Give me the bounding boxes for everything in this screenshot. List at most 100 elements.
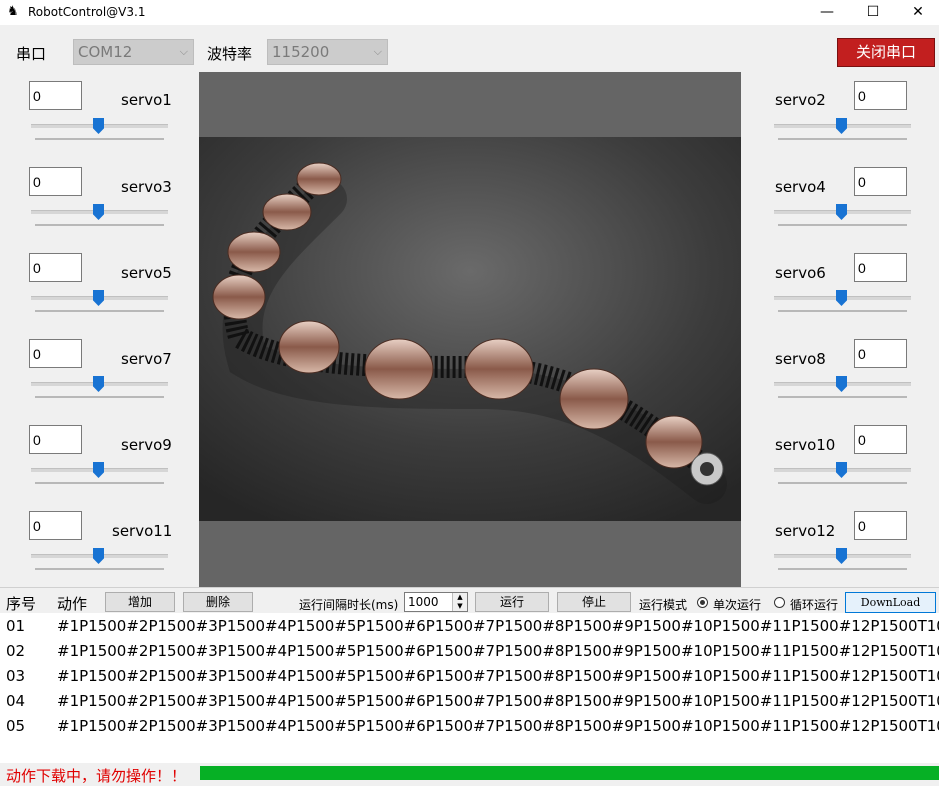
row-number: 01 <box>6 617 26 635</box>
interval-spinbox[interactable]: 1000 ▲ ▼ <box>404 592 468 612</box>
slider-thumb[interactable] <box>93 376 104 392</box>
close-window-button[interactable]: ✕ <box>895 0 939 25</box>
row-number: 03 <box>6 667 26 685</box>
servo5-input[interactable] <box>29 253 82 282</box>
servo6-input[interactable] <box>854 253 907 282</box>
col-no-header: 序号 <box>6 595 37 613</box>
row-command: #1P1500#2P1500#3P1500#4P1500#5P1500#6P15… <box>57 667 939 685</box>
port-label: 串口 <box>16 45 47 63</box>
list-item[interactable]: 03 #1P1500#2P1500#3P1500#4P1500#5P1500#6… <box>0 663 939 688</box>
snake-robot-image <box>199 137 741 521</box>
servo4-label: servo4 <box>775 178 826 196</box>
servo5-label: servo5 <box>121 264 172 282</box>
chevron-down-icon: ⌵ <box>373 45 382 58</box>
servo11-input[interactable] <box>29 511 82 540</box>
delete-button[interactable]: 删除 <box>183 592 253 612</box>
run-button[interactable]: 运行 <box>475 592 549 612</box>
servo3-input[interactable] <box>29 167 82 196</box>
servo4-slider[interactable] <box>774 204 911 226</box>
list-item[interactable]: 01 #1P1500#2P1500#3P1500#4P1500#5P1500#6… <box>0 613 939 638</box>
baud-value: 115200 <box>272 43 330 61</box>
loop-run-label: 循环运行 <box>790 598 839 612</box>
loop-run-radio[interactable] <box>774 597 785 608</box>
single-run-radio[interactable] <box>697 597 708 608</box>
add-button[interactable]: 增加 <box>105 592 175 612</box>
servo6-slider[interactable] <box>774 290 911 312</box>
row-command: #1P1500#2P1500#3P1500#4P1500#5P1500#6P15… <box>57 617 939 635</box>
servo1-input[interactable] <box>29 81 82 110</box>
row-number: 04 <box>6 692 26 710</box>
servo8-label: servo8 <box>775 350 826 368</box>
title-bar: ♞ RobotControl@V3.1 — ☐ ✕ <box>0 0 939 25</box>
close-port-button[interactable]: 关闭串口 <box>837 38 935 67</box>
robot-icon: ♞ <box>7 4 19 19</box>
slider-thumb[interactable] <box>93 204 104 220</box>
spin-up-icon[interactable]: ▲ <box>452 593 467 602</box>
maximize-button[interactable]: ☐ <box>850 0 896 25</box>
list-item[interactable]: 02 #1P1500#2P1500#3P1500#4P1500#5P1500#6… <box>0 638 939 663</box>
download-progress-bar <box>200 766 939 780</box>
download-button[interactable]: DownLoad <box>845 592 936 613</box>
slider-thumb[interactable] <box>93 290 104 306</box>
servo7-label: servo7 <box>121 350 172 368</box>
slider-thumb[interactable] <box>93 462 104 478</box>
servo3-slider[interactable] <box>31 204 168 226</box>
slider-thumb[interactable] <box>836 118 847 134</box>
list-item[interactable]: 05 #1P1500#2P1500#3P1500#4P1500#5P1500#6… <box>0 713 939 738</box>
servo10-input[interactable] <box>854 425 907 454</box>
servo3-label: servo3 <box>121 178 172 196</box>
slider-thumb[interactable] <box>836 462 847 478</box>
servo9-label: servo9 <box>121 436 172 454</box>
minimize-button[interactable]: — <box>804 0 850 25</box>
servo6-label: servo6 <box>775 264 826 282</box>
row-command: #1P1500#2P1500#3P1500#4P1500#5P1500#6P15… <box>57 642 939 660</box>
servo2-input[interactable] <box>854 81 907 110</box>
port-value: COM12 <box>78 43 133 61</box>
list-item[interactable]: 04 #1P1500#2P1500#3P1500#4P1500#5P1500#6… <box>0 688 939 713</box>
col-action-header: 动作 <box>57 595 88 613</box>
action-list: 01 #1P1500#2P1500#3P1500#4P1500#5P1500#6… <box>0 613 939 763</box>
robot-image-panel <box>199 72 741 587</box>
servo12-slider[interactable] <box>774 548 911 570</box>
servo8-input[interactable] <box>854 339 907 368</box>
servo9-slider[interactable] <box>31 462 168 484</box>
servo7-input[interactable] <box>29 339 82 368</box>
servo9-input[interactable] <box>29 425 82 454</box>
slider-thumb[interactable] <box>836 204 847 220</box>
slider-thumb[interactable] <box>836 548 847 564</box>
servo2-slider[interactable] <box>774 118 911 140</box>
servo11-label: servo11 <box>112 522 173 540</box>
interval-value: 1000 <box>408 595 439 609</box>
slider-thumb[interactable] <box>93 548 104 564</box>
row-number: 02 <box>6 642 26 660</box>
servo1-slider[interactable] <box>31 118 168 140</box>
servo11-slider[interactable] <box>31 548 168 570</box>
baud-label: 波特率 <box>207 45 253 63</box>
servo5-slider[interactable] <box>31 290 168 312</box>
row-command: #1P1500#2P1500#3P1500#4P1500#5P1500#6P15… <box>57 717 939 735</box>
servo10-slider[interactable] <box>774 462 911 484</box>
slider-thumb[interactable] <box>93 118 104 134</box>
window-title: RobotControl@V3.1 <box>28 5 146 19</box>
slider-thumb[interactable] <box>836 376 847 392</box>
port-select[interactable]: COM12 ⌵ <box>73 39 194 65</box>
servo8-slider[interactable] <box>774 376 911 398</box>
stop-button[interactable]: 停止 <box>557 592 631 612</box>
servo12-label: servo12 <box>775 522 836 540</box>
servo10-label: servo10 <box>775 436 836 454</box>
status-message: 动作下载中，请勿操作！！ <box>6 767 187 785</box>
single-run-label: 单次运行 <box>713 598 762 612</box>
interval-label: 运行间隔时长(ms) <box>299 598 399 612</box>
slider-thumb[interactable] <box>836 290 847 306</box>
row-command: #1P1500#2P1500#3P1500#4P1500#5P1500#6P15… <box>57 692 939 710</box>
servo12-input[interactable] <box>854 511 907 540</box>
servo1-label: servo1 <box>121 91 172 109</box>
chevron-down-icon: ⌵ <box>179 45 188 58</box>
baud-select[interactable]: 115200 ⌵ <box>267 39 388 65</box>
servo7-slider[interactable] <box>31 376 168 398</box>
row-number: 05 <box>6 717 26 735</box>
spin-down-icon[interactable]: ▼ <box>452 602 467 611</box>
servo2-label: servo2 <box>775 91 826 109</box>
servo4-input[interactable] <box>854 167 907 196</box>
mode-label: 运行模式 <box>639 598 688 612</box>
